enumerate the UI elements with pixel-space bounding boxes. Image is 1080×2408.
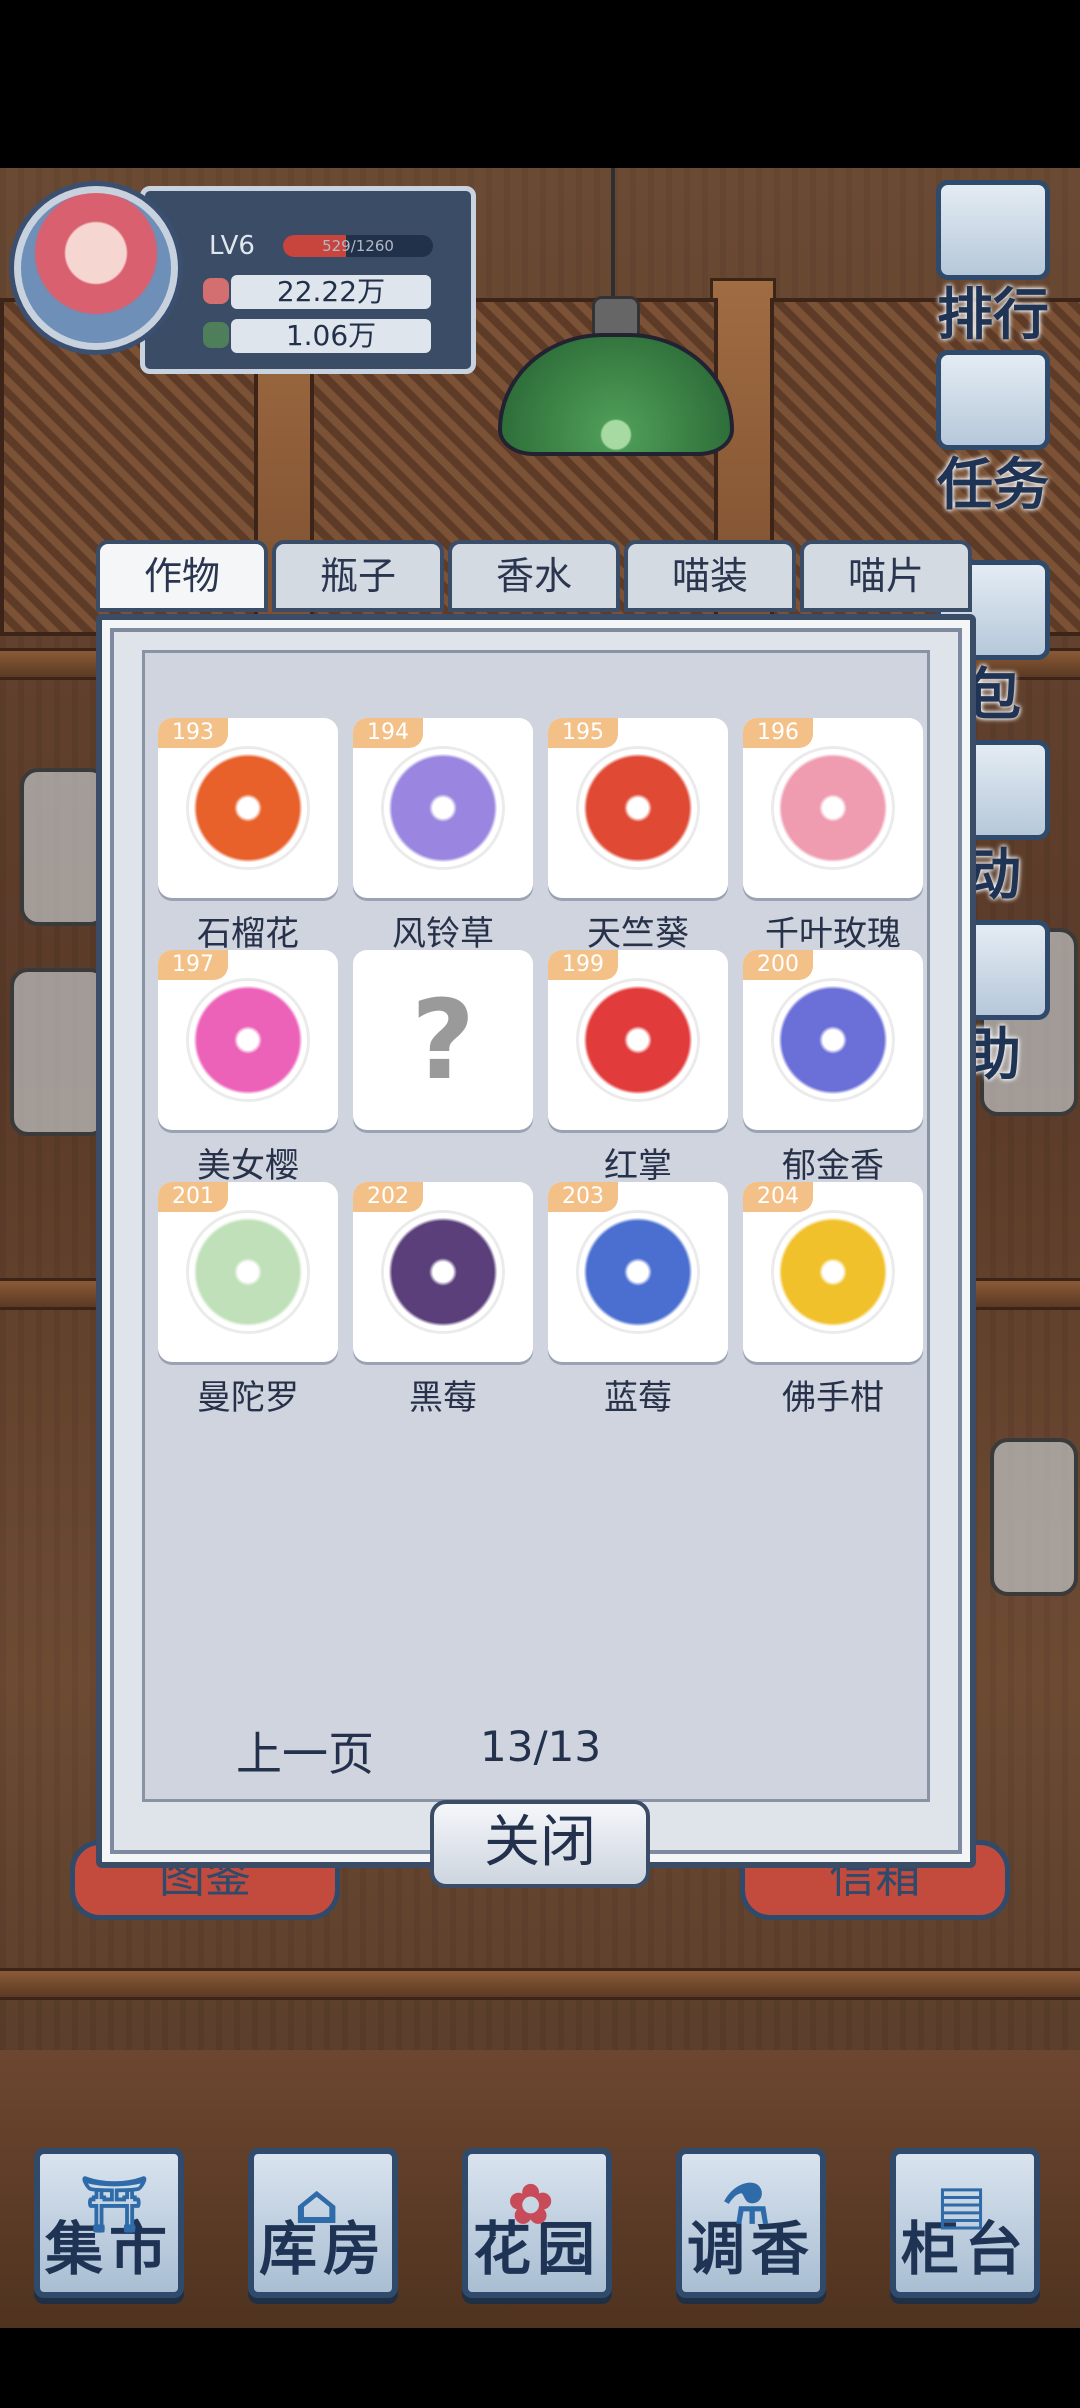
item-slot[interactable]: 200	[743, 950, 923, 1130]
nav-garden-button[interactable]: ✿ 花园	[462, 2148, 612, 2298]
unknown-question-icon: ?	[411, 976, 475, 1104]
item-slot[interactable]: 196	[743, 718, 923, 898]
item-number-badge: 203	[548, 1182, 618, 1212]
ranking-button[interactable]: 排行	[918, 180, 1068, 351]
nav-market-button[interactable]: ⛩ 集市	[34, 2148, 184, 2298]
ranking-icon	[936, 180, 1050, 280]
item-name: 风铃草	[392, 914, 494, 954]
rose-icon	[771, 746, 895, 870]
lamp-cord	[611, 168, 615, 298]
warehouse-icon: ⌂	[294, 2172, 346, 2236]
datura-icon	[186, 1210, 310, 1334]
xp-text: 529/1260	[322, 237, 394, 255]
item-slot[interactable]: 193	[158, 718, 338, 898]
item-number-badge: 201	[158, 1182, 228, 1212]
player-info-panel: LV6 529/1260 22.22万 1.06万	[140, 186, 476, 374]
item-number-badge: 199	[548, 950, 618, 980]
prev-page-button[interactable]: 上一页	[236, 1718, 374, 1784]
item-number-badge: 194	[353, 718, 423, 748]
jar	[990, 1438, 1078, 1596]
clipboard-icon	[936, 350, 1050, 450]
bellflower-icon	[381, 746, 505, 870]
buddhas-hand-icon	[771, 1210, 895, 1334]
close-button[interactable]: 关闭	[430, 1800, 650, 1888]
petal-icon	[203, 278, 229, 304]
player-avatar[interactable]	[14, 186, 178, 350]
perfume-mixing-icon: ⚗	[722, 2172, 777, 2236]
item-name: 黑莓	[409, 1378, 477, 1418]
item-slot[interactable]: 203	[548, 1182, 728, 1362]
item-name: 红掌	[604, 1146, 672, 1186]
page-indicator: 13/13	[480, 1722, 602, 1771]
leaf-currency: 1.06万	[203, 319, 431, 353]
xp-bar: 529/1260	[283, 235, 433, 257]
item-slot[interactable]: 204	[743, 1182, 923, 1362]
item-number-badge: 196	[743, 718, 813, 748]
item-name: 美女樱	[197, 1146, 299, 1186]
jar	[10, 968, 108, 1136]
pomegranate-flower-icon	[186, 746, 310, 870]
anthurium-icon	[576, 978, 700, 1102]
tab-cat-cards[interactable]: 喵片	[800, 540, 972, 612]
petal-amount: 22.22万	[276, 275, 386, 308]
item-slot[interactable]: 202	[353, 1182, 533, 1362]
item-name: 佛手柑	[782, 1378, 884, 1418]
item-slot[interactable]: 201	[158, 1182, 338, 1362]
item-name: 千叶玫瑰	[765, 914, 901, 954]
geranium-icon	[576, 746, 700, 870]
tab-cat-outfits[interactable]: 喵装	[624, 540, 796, 612]
item-name: 石榴花	[197, 914, 299, 954]
nav-warehouse-button[interactable]: ⌂ 库房	[248, 2148, 398, 2298]
leaf-icon	[203, 322, 229, 348]
leaf-amount: 1.06万	[285, 319, 377, 352]
shelf	[0, 1968, 1080, 2000]
market-icon: ⛩	[80, 2172, 155, 2236]
item-name: 天竺葵	[587, 914, 689, 954]
petal-currency: 22.22万	[203, 275, 431, 309]
item-slot[interactable]: 195	[548, 718, 728, 898]
blueberry-icon	[576, 1210, 700, 1334]
collection-tabs: 作物 瓶子 香水 喵装 喵片	[96, 540, 976, 614]
item-number-badge: 204	[743, 1182, 813, 1212]
item-slot[interactable]: 199	[548, 950, 728, 1130]
item-slot[interactable]: 197	[158, 950, 338, 1130]
item-number-badge: 195	[548, 718, 618, 748]
item-number-badge: 202	[353, 1182, 423, 1212]
nav-perfume-button[interactable]: ⚗ 调香	[676, 2148, 826, 2298]
player-level: LV6	[209, 231, 255, 261]
tab-perfume[interactable]: 香水	[448, 540, 620, 612]
garden-rose-icon: ✿	[508, 2172, 560, 2236]
item-number-badge: 200	[743, 950, 813, 980]
item-slot[interactable]: 194	[353, 718, 533, 898]
item-name: 蓝莓	[604, 1378, 672, 1418]
tasks-label: 任务	[937, 452, 1049, 518]
item-number-badge: 197	[158, 950, 228, 980]
item-name: 郁金香	[782, 1146, 884, 1186]
ranking-label: 排行	[937, 282, 1049, 348]
verbena-icon	[186, 978, 310, 1102]
nav-counter-button[interactable]: ▤ 柜台	[890, 2148, 1040, 2298]
tab-bottles[interactable]: 瓶子	[272, 540, 444, 612]
item-number-badge: 193	[158, 718, 228, 748]
tab-crops[interactable]: 作物	[96, 540, 268, 612]
blackberry-icon	[381, 1210, 505, 1334]
item-name: 曼陀罗	[197, 1378, 299, 1418]
jar	[20, 768, 108, 926]
tulip-icon	[771, 978, 895, 1102]
counter-icon: ▤	[936, 2172, 994, 2236]
item-slot[interactable]: ?	[353, 950, 533, 1130]
tasks-button[interactable]: 任务	[918, 350, 1068, 521]
